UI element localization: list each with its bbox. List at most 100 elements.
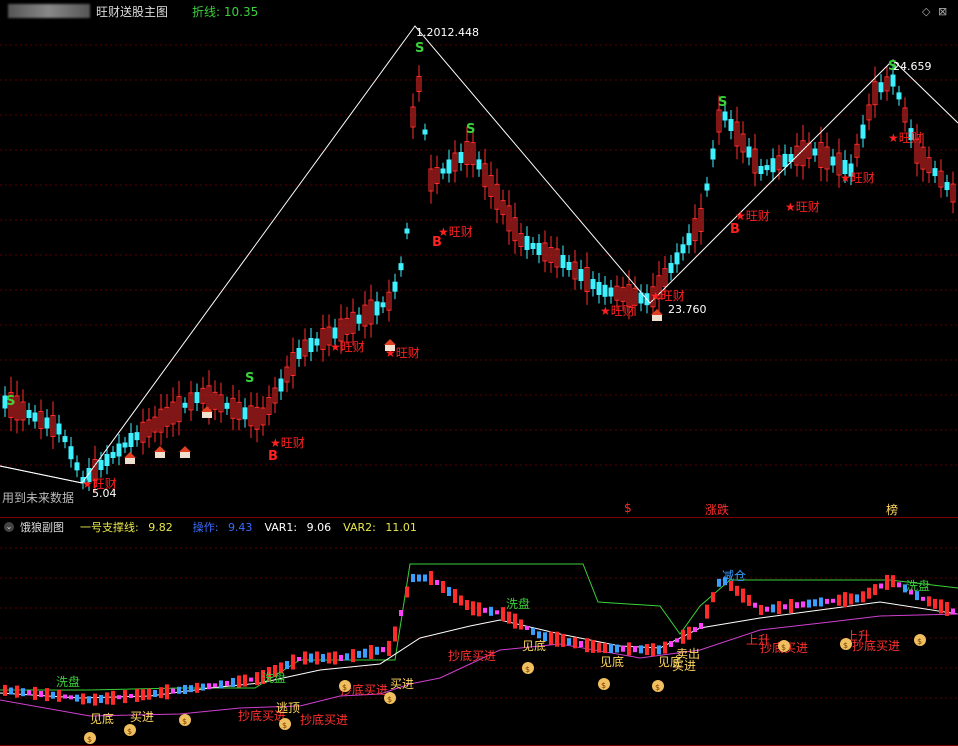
sub-bar [609, 643, 613, 653]
candle-body [890, 74, 896, 87]
sell-signal-s: S [466, 122, 475, 137]
sub-bar [237, 675, 241, 688]
sub-bar [711, 592, 715, 603]
sub-bar [687, 626, 691, 640]
sub-signal-tag: 买进 [672, 659, 696, 673]
candle-body [182, 402, 188, 408]
candle-body [116, 443, 122, 457]
sub-bar [435, 580, 439, 585]
money-bag-icon: $ [840, 638, 852, 650]
buy-signal-b: B [730, 222, 740, 237]
candle-body [944, 182, 950, 191]
sub-bar [921, 596, 925, 601]
sub-signal-tag: 买进 [390, 677, 414, 691]
zigzag-label: 折线: 10.35 [192, 4, 259, 19]
sub-bar [87, 696, 91, 704]
sub-bar [885, 574, 889, 590]
sub-bar [93, 693, 97, 706]
candle-body [224, 402, 230, 409]
dropdown-icon[interactable]: ⌄ [4, 522, 14, 532]
sub-indicator-title[interactable]: 饿狼副图 [20, 519, 64, 535]
sub-bar [405, 586, 409, 598]
wangcai-signal: ★旺财 [270, 436, 305, 450]
sub-bar [627, 642, 631, 656]
sub-signal-tag: 洗盘 [262, 670, 286, 685]
sub-bar [837, 594, 841, 606]
candle-body [704, 183, 710, 191]
sub-bar [135, 688, 139, 702]
sub-bar [309, 653, 313, 663]
candle-body [392, 281, 398, 292]
sub-bar [717, 578, 721, 587]
close-icon[interactable]: ⊠ [938, 5, 947, 18]
sub-bar [819, 597, 823, 607]
sub-signal-tag: 见底 [522, 638, 546, 653]
restore-icon[interactable]: ◇ [922, 5, 930, 18]
sub-signal-tag: 逃顶 [276, 701, 300, 715]
sub-bar [105, 692, 109, 705]
sub-bar [315, 651, 319, 665]
sub-bar [177, 686, 181, 694]
sub-bar [645, 644, 649, 656]
candle-body [440, 168, 446, 174]
svg-text:$: $ [87, 735, 92, 744]
sub-bar [99, 695, 103, 703]
sub-bar [9, 687, 13, 695]
bottom-marker-updown[interactable]: 涨跌 [705, 501, 729, 518]
main-candlestick-chart[interactable]: ★旺财★旺财★旺财 ★旺财★旺财★旺财★旺财★旺财★旺财★旺财★旺财BBBSSSS… [0, 0, 958, 517]
sub-bar [495, 610, 499, 615]
money-bag-icon: $ [84, 732, 96, 744]
sub-bar [351, 649, 355, 663]
wangcai-signal: ★旺财 [840, 171, 875, 185]
sub-bar [21, 688, 25, 697]
svg-text:$: $ [843, 641, 848, 650]
candle-body [308, 338, 314, 352]
candle-body [56, 423, 62, 435]
sub-bar [243, 674, 247, 687]
sub-bar [375, 646, 379, 655]
sub-bar [207, 683, 211, 690]
sub-bar [501, 607, 505, 622]
sub-bar [615, 644, 619, 653]
sub-bar [705, 604, 709, 619]
sub-bar [843, 592, 847, 608]
sub-bar [747, 594, 751, 606]
sub-bar [651, 643, 655, 657]
sub-bar [117, 695, 121, 700]
sub-bar [813, 599, 817, 607]
support-readout: 一号支撑线: 9.82 [80, 521, 173, 534]
sub-bar [399, 610, 403, 616]
sub-bar [321, 654, 325, 662]
sub-signal-tag: 见底 [90, 711, 114, 726]
sub-bar [807, 599, 811, 608]
sub-bar [519, 619, 523, 630]
sub-bar [333, 651, 337, 665]
sub-bar [597, 642, 601, 653]
sub-bar [513, 613, 517, 629]
sub-bar [15, 685, 19, 698]
buy-signal-b: B [432, 235, 442, 250]
main-indicator-title[interactable]: 旺财送股主图 [96, 3, 168, 20]
bottom-marker-rank[interactable]: 榜 [886, 501, 898, 518]
money-bag-icon: $ [778, 640, 790, 652]
sub-bar [573, 637, 577, 649]
money-bag-icon: $ [914, 634, 926, 646]
candle-body [332, 327, 338, 339]
sub-chart-pane[interactable]: 洗盘 洗盘 洗盘 洗盘 见底 见底 见底 见底 买进 买进 买进 抄底买进 抄底买进 抄底买进 抄底买进 抄底… [0, 518, 958, 746]
sub-bar [891, 575, 895, 588]
main-chart-pane[interactable]: ★旺财 ★旺财 ★旺财 ★旺财 ★旺财 ★旺财 ★旺财 ★旺财 ★旺财 ★旺财 ★旺财 B B B S S S S… [0, 0, 958, 518]
sub-indicator-chart[interactable]: 洗盘 洗盘洗盘洗盘见底见底见底 见底买进买进买进抄底买进 抄底买进抄底买进抄底买进抄底… [0, 518, 958, 745]
candle-body [104, 454, 110, 466]
sub-bar [759, 605, 763, 615]
svg-text:$: $ [387, 695, 392, 704]
candle-body [710, 148, 716, 160]
sub-bar [633, 646, 637, 653]
bottom-marker-dollar[interactable]: $ [624, 501, 632, 515]
sub-bar [195, 682, 199, 693]
sub-bar [147, 688, 151, 700]
candle-body [596, 282, 602, 295]
sub-bar [459, 595, 463, 606]
sub-bar [381, 647, 385, 653]
candle-body [590, 279, 596, 289]
sub-bar [801, 601, 805, 608]
